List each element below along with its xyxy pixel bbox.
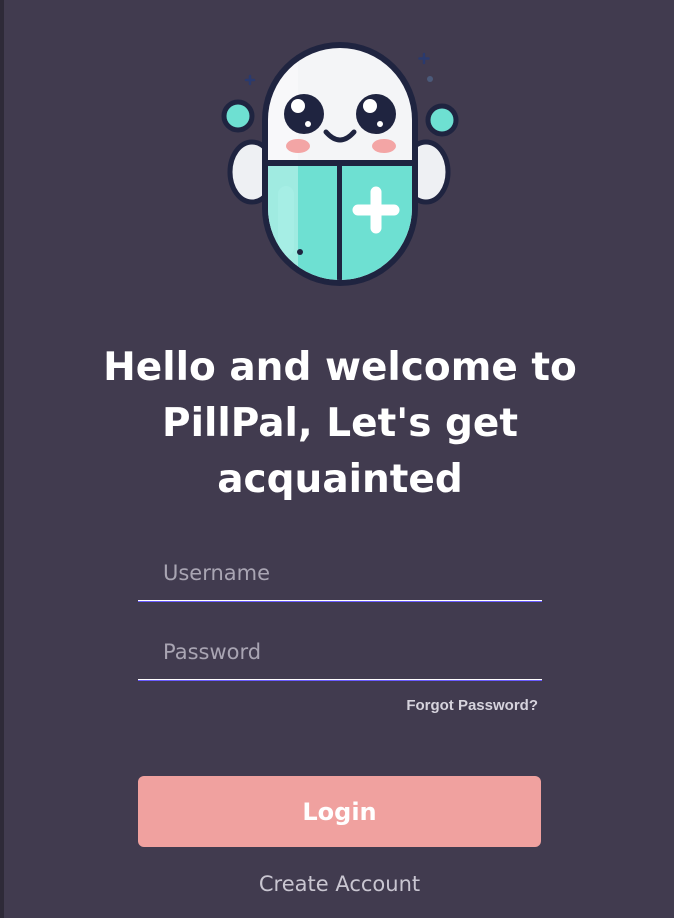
password-input[interactable] [138,625,542,679]
pill-mascot-icon [218,36,462,292]
create-account-link[interactable]: Create Account [138,872,541,896]
login-button[interactable]: Login [138,776,541,847]
welcome-heading: Hello and welcome to PillPal, Let's get … [103,345,577,502]
window-edge [0,0,4,918]
password-field[interactable] [138,625,542,680]
username-input[interactable] [138,546,542,600]
forgot-password-link[interactable]: Forgot Password? [370,697,538,714]
username-field[interactable] [138,546,542,601]
